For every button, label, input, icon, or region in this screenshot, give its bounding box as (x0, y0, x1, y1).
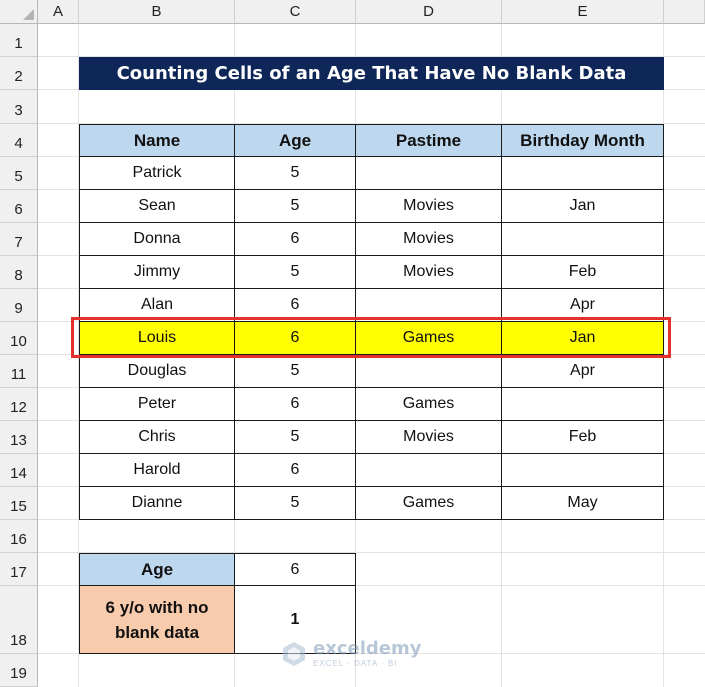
table-cell-age[interactable]: 5 (235, 256, 356, 289)
row-header-7[interactable]: 7 (0, 223, 38, 256)
row-header-15[interactable]: 15 (0, 487, 38, 520)
exceldemy-logo-icon (283, 642, 305, 666)
table-cell-name[interactable]: Louis (79, 322, 235, 355)
sheet-title[interactable]: Counting Cells of an Age That Have No Bl… (79, 57, 664, 90)
table-cell-birthday-month[interactable] (502, 157, 664, 190)
table-cell-age[interactable]: 6 (235, 289, 356, 322)
table-cell-birthday-month[interactable]: May (502, 487, 664, 520)
column-header-e[interactable]: E (502, 0, 664, 24)
table-cell-birthday-month[interactable]: Apr (502, 355, 664, 388)
table-cell-birthday-month[interactable] (502, 223, 664, 256)
table-cell-age[interactable]: 5 (235, 421, 356, 454)
row-header-11[interactable]: 11 (0, 355, 38, 388)
select-all-triangle-icon (23, 9, 34, 20)
table-cell-name[interactable]: Sean (79, 190, 235, 223)
table-cell-pastime[interactable]: Games (356, 322, 502, 355)
table-header-name[interactable]: Name (79, 124, 235, 157)
table-cell-age[interactable]: 5 (235, 190, 356, 223)
row-header-4[interactable]: 4 (0, 124, 38, 157)
table-cell-age[interactable]: 6 (235, 322, 356, 355)
column-header-d[interactable]: D (356, 0, 502, 24)
table-cell-age[interactable]: 6 (235, 223, 356, 256)
table-cell-name[interactable]: Jimmy (79, 256, 235, 289)
table-cell-name[interactable]: Patrick (79, 157, 235, 190)
table-header-birthday-month[interactable]: Birthday Month (502, 124, 664, 157)
table-cell-pastime[interactable]: Movies (356, 223, 502, 256)
table-cell-age[interactable]: 6 (235, 388, 356, 421)
table-header-pastime[interactable]: Pastime (356, 124, 502, 157)
table-cell-pastime[interactable] (356, 355, 502, 388)
table-cell-age[interactable]: 5 (235, 157, 356, 190)
table-cell-birthday-month[interactable]: Apr (502, 289, 664, 322)
row-header-6[interactable]: 6 (0, 190, 38, 223)
table-cell-name[interactable]: Donna (79, 223, 235, 256)
table-cell-name[interactable]: Alan (79, 289, 235, 322)
table-cell-name[interactable]: Harold (79, 454, 235, 487)
column-header-a[interactable]: A (38, 0, 79, 24)
table-cell-pastime[interactable]: Movies (356, 421, 502, 454)
row-header-1[interactable]: 1 (0, 24, 38, 57)
table-cell-age[interactable]: 5 (235, 487, 356, 520)
table-cell-birthday-month[interactable]: Feb (502, 256, 664, 289)
row-header-19[interactable]: 19 (0, 654, 38, 687)
table-cell-name[interactable]: Chris (79, 421, 235, 454)
table-cell-pastime[interactable] (356, 454, 502, 487)
table-cell-pastime[interactable]: Games (356, 487, 502, 520)
row-header-9[interactable]: 9 (0, 289, 38, 322)
table-cell-birthday-month[interactable]: Jan (502, 322, 664, 355)
summary-result-label-line1: 6 y/o with no (105, 597, 209, 617)
spreadsheet: ABCDE 1 2 3 4 5 6 7 8 9 10 11 12 13 14 15 16 17 18 19 Coun… (0, 0, 705, 687)
watermark-name: exceldemy (313, 638, 422, 659)
row-header-3[interactable]: 3 (0, 90, 38, 124)
table-cell-pastime[interactable] (356, 289, 502, 322)
summary-age-value[interactable]: 6 (235, 553, 356, 586)
row-header-5[interactable]: 5 (0, 157, 38, 190)
watermark: exceldemy EXCEL · DATA · BI (281, 640, 421, 668)
row-header-2[interactable]: 2 (0, 57, 38, 90)
summary-result-label[interactable]: 6 y/o with no blank data (79, 586, 235, 654)
row-header-13[interactable]: 13 (0, 421, 38, 454)
table-cell-birthday-month[interactable] (502, 388, 664, 421)
table-cell-pastime[interactable]: Games (356, 388, 502, 421)
table-cell-age[interactable]: 5 (235, 355, 356, 388)
row-header-17[interactable]: 17 (0, 553, 38, 586)
table-cell-birthday-month[interactable] (502, 454, 664, 487)
column-header-filler (664, 0, 705, 24)
table-cell-birthday-month[interactable]: Feb (502, 421, 664, 454)
table-cell-age[interactable]: 6 (235, 454, 356, 487)
select-all-corner[interactable] (0, 0, 38, 24)
table-cell-name[interactable]: Peter (79, 388, 235, 421)
table-cell-name[interactable]: Dianne (79, 487, 235, 520)
table-cell-pastime[interactable]: Movies (356, 190, 502, 223)
table-cell-birthday-month[interactable]: Jan (502, 190, 664, 223)
summary-result-label-line2: blank data (114, 622, 200, 642)
row-header-14[interactable]: 14 (0, 454, 38, 487)
table-cell-pastime[interactable] (356, 157, 502, 190)
row-header-18[interactable]: 18 (0, 586, 38, 654)
table-header-age[interactable]: Age (235, 124, 356, 157)
row-header-12[interactable]: 12 (0, 388, 38, 421)
table-cell-name[interactable]: Douglas (79, 355, 235, 388)
row-header-10[interactable]: 10 (0, 322, 38, 355)
watermark-subtitle: EXCEL · DATA · BI (313, 659, 398, 668)
column-header-c[interactable]: C (235, 0, 356, 24)
table-cell-pastime[interactable]: Movies (356, 256, 502, 289)
summary-age-label[interactable]: Age (79, 553, 235, 586)
row-header-16[interactable]: 16 (0, 520, 38, 553)
row-header-8[interactable]: 8 (0, 256, 38, 289)
column-header-b[interactable]: B (79, 0, 235, 24)
